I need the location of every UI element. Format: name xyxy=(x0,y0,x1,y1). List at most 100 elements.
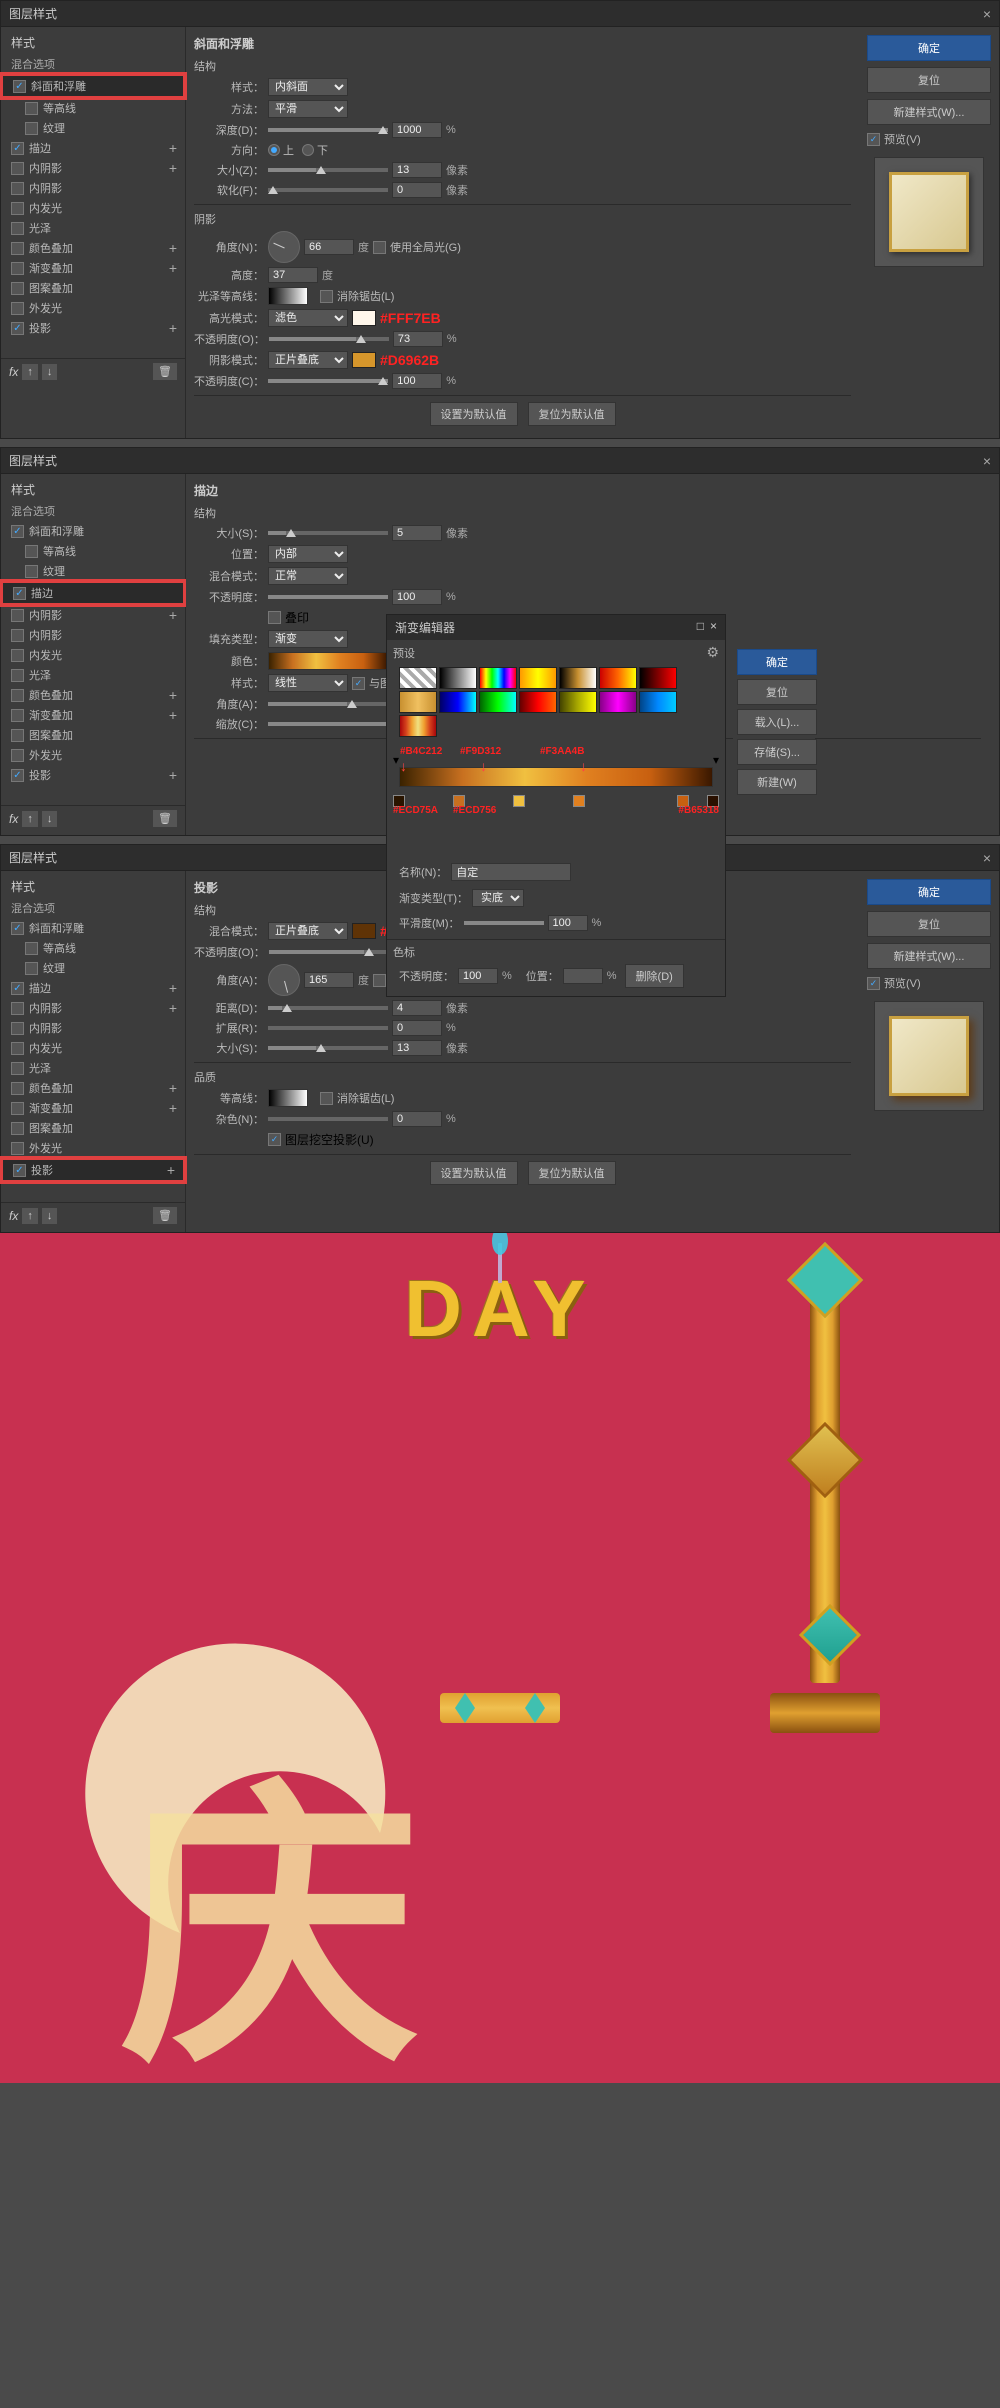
sidebar-stroke[interactable]: 描边 + xyxy=(1,138,185,158)
preset-transparent[interactable] xyxy=(399,667,437,689)
gradient-overlay-plus[interactable]: + xyxy=(169,260,177,276)
stroke-size-input[interactable]: 5 xyxy=(392,525,442,541)
p3-confirm-btn[interactable]: 确定 xyxy=(867,879,991,905)
p3-cb-contour[interactable] xyxy=(25,942,38,955)
p3-set-default-btn[interactable]: 设置为默认值 xyxy=(430,1161,518,1185)
delete-stop-btn[interactable]: 删除(D) xyxy=(625,964,684,988)
p3-cb-drop-shadow[interactable] xyxy=(13,1164,26,1177)
p3-angle-input[interactable]: 165 xyxy=(304,972,354,988)
stroke-opacity-input[interactable]: 100 xyxy=(392,589,442,605)
cb-drop-shadow[interactable] xyxy=(11,322,24,335)
preset-green[interactable] xyxy=(479,691,517,713)
shadow-opacity-slider[interactable] xyxy=(268,379,388,383)
style-select[interactable]: 内斜面 xyxy=(268,78,348,96)
p3-cb-satin[interactable] xyxy=(11,1062,24,1075)
preset-yellow[interactable] xyxy=(559,691,597,713)
gradient-editor-bar[interactable]: #B4C212 #F9D312 #F3AA4B ↓ ↓ ↓ xyxy=(399,767,713,787)
preview-cb[interactable] xyxy=(867,133,880,146)
p2-outer-glow[interactable]: 外发光 xyxy=(1,745,185,765)
gradient-close-btn[interactable]: × xyxy=(710,619,717,636)
p2-cb-color-overlay[interactable] xyxy=(11,689,24,702)
p2-cb-contour[interactable] xyxy=(25,545,38,558)
preset-rainbow[interactable] xyxy=(479,667,517,689)
stroke-angle-slider[interactable] xyxy=(268,702,388,706)
direction-up[interactable]: 上 xyxy=(268,142,294,158)
sidebar-contour[interactable]: 等高线 xyxy=(1,98,185,118)
preset-purple[interactable] xyxy=(599,691,637,713)
sidebar-inner-shadow2[interactable]: 内阴影 xyxy=(1,178,185,198)
p2-move-down-btn[interactable]: ↓ xyxy=(42,811,58,827)
scale-slider[interactable] xyxy=(268,722,388,726)
panel1-close[interactable]: × xyxy=(983,6,991,22)
p3-inner-shadow-plus[interactable]: + xyxy=(169,1000,177,1016)
p3-new-style-btn[interactable]: 新建样式(W)... xyxy=(867,943,991,969)
inner-shadow-plus[interactable]: + xyxy=(169,160,177,176)
size-slider[interactable] xyxy=(268,168,388,172)
align-layer-cb[interactable] xyxy=(352,677,365,690)
p3-preview-cb[interactable] xyxy=(867,977,880,990)
p2-drop-shadow-plus[interactable]: + xyxy=(169,767,177,783)
p3-stroke-plus[interactable]: + xyxy=(169,980,177,996)
sidebar-drop-shadow[interactable]: 投影 + xyxy=(1,318,185,338)
gradient-bar-preview[interactable] xyxy=(268,652,388,670)
ge-reset-btn[interactable]: 复位 xyxy=(737,679,817,705)
cb-outer-glow[interactable] xyxy=(11,302,24,315)
p3-color-overlay[interactable]: 颜色叠加 + xyxy=(1,1078,185,1098)
p3-distance-slider[interactable] xyxy=(268,1006,388,1010)
p3-gradient-overlay[interactable]: 渐变叠加 + xyxy=(1,1098,185,1118)
p2-cb-inner-glow[interactable] xyxy=(11,649,24,662)
soften-slider[interactable] xyxy=(268,188,388,192)
new-style-btn[interactable]: 新建样式(W)... xyxy=(867,99,991,125)
size-input[interactable]: 13 xyxy=(392,162,442,178)
p3-size-slider[interactable] xyxy=(268,1046,388,1050)
p2-cb-satin[interactable] xyxy=(11,669,24,682)
drop-shadow-plus[interactable]: + xyxy=(169,320,177,336)
shadow-color-swatch[interactable] xyxy=(352,352,376,368)
anti-alias-cb[interactable] xyxy=(320,290,333,303)
p2-cb-inner-shadow[interactable] xyxy=(11,609,24,622)
fill-type-select[interactable]: 渐变 xyxy=(268,630,348,648)
cb-stroke[interactable] xyxy=(11,142,24,155)
p2-contour[interactable]: 等高线 xyxy=(1,541,185,561)
p3-satin[interactable]: 光泽 xyxy=(1,1058,185,1078)
p2-inner-glow[interactable]: 内发光 xyxy=(1,645,185,665)
p2-cb-pattern-overlay[interactable] xyxy=(11,729,24,742)
p3-cb-color-overlay[interactable] xyxy=(11,1082,24,1095)
p3-gradient-plus[interactable]: + xyxy=(169,1100,177,1116)
p2-drop-shadow[interactable]: 投影 + xyxy=(1,765,185,785)
p3-cb-inner-shadow2[interactable] xyxy=(11,1022,24,1035)
angle-circle[interactable] xyxy=(268,231,300,263)
gloss-preview[interactable] xyxy=(268,287,308,305)
p3-anti-alias-cb[interactable] xyxy=(320,1092,333,1105)
position-select[interactable]: 内部 xyxy=(268,545,348,563)
p2-inner-shadow-plus[interactable]: + xyxy=(169,607,177,623)
preset-dark-red[interactable] xyxy=(639,667,677,689)
p2-inner-shadow2[interactable]: 内阴影 xyxy=(1,625,185,645)
set-default-btn[interactable]: 设置为默认值 xyxy=(430,402,518,426)
smoothness-slider[interactable] xyxy=(464,921,544,925)
preset-blue[interactable] xyxy=(439,691,477,713)
p2-inner-shadow[interactable]: 内阴影 + xyxy=(1,605,185,625)
p3-cb-texture[interactable] xyxy=(25,962,38,975)
p3-move-up-btn[interactable]: ↑ xyxy=(22,1208,38,1224)
preset-orange[interactable] xyxy=(519,667,557,689)
p3-stroke[interactable]: 描边 + xyxy=(1,978,185,998)
sidebar-bevel-emboss[interactable]: 斜面和浮雕 xyxy=(1,74,185,98)
p3-delete-btn[interactable]: 🗑 xyxy=(153,1207,177,1224)
opacity-input2[interactable] xyxy=(458,968,498,984)
preset-gold[interactable] xyxy=(559,667,597,689)
p2-cb-texture[interactable] xyxy=(25,565,38,578)
p3-inner-glow[interactable]: 内发光 xyxy=(1,1038,185,1058)
p3-cb-bevel[interactable] xyxy=(11,922,24,935)
reset-default-btn[interactable]: 复位为默认值 xyxy=(528,402,616,426)
p3-layer-shadow-cb[interactable] xyxy=(268,1133,281,1146)
sidebar-outer-glow[interactable]: 外发光 xyxy=(1,298,185,318)
location-input[interactable] xyxy=(563,968,603,984)
opacity-stop-left[interactable]: ▾ xyxy=(393,753,399,767)
p3-cb-outer-glow[interactable] xyxy=(11,1142,24,1155)
p3-color-plus[interactable]: + xyxy=(169,1080,177,1096)
cb-contour[interactable] xyxy=(25,102,38,115)
sidebar-color-overlay[interactable]: 颜色叠加 + xyxy=(1,238,185,258)
sidebar-inner-shadow[interactable]: 内阴影 + xyxy=(1,158,185,178)
reset-btn[interactable]: 复位 xyxy=(867,67,991,93)
